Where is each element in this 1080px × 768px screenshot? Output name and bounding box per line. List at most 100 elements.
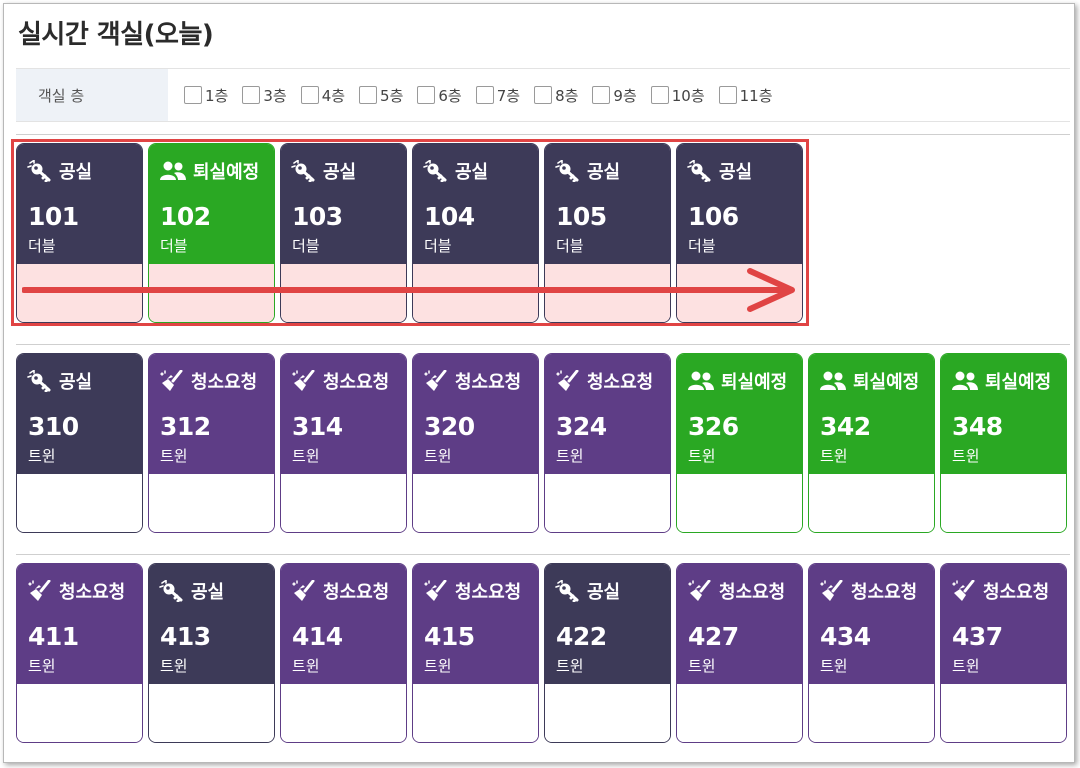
floor-checkbox[interactable] <box>650 86 669 104</box>
room-card-326[interactable]: 퇴실예정 326 트윈 <box>676 353 803 533</box>
floor-option[interactable]: 3층 <box>242 85 287 106</box>
floor-checkbox[interactable] <box>184 86 202 104</box>
room-status: 공실 <box>687 158 752 184</box>
room-card-body <box>413 474 538 532</box>
floor-checkbox[interactable] <box>592 86 611 104</box>
key-icon <box>159 580 191 602</box>
floor-option-label: 7층 <box>496 86 521 105</box>
room-card-header: 공실 103 더블 <box>281 144 406 264</box>
room-number: 437 <box>952 622 1003 651</box>
room-status-label: 청소요청 <box>455 372 522 393</box>
floor-checkbox[interactable] <box>417 86 436 104</box>
room-type: 더블 <box>556 237 584 255</box>
room-card-body <box>545 684 670 742</box>
room-type: 트윈 <box>952 447 980 465</box>
floor-option-label: 3층 <box>263 86 287 105</box>
room-status: 청소요청 <box>555 368 653 394</box>
floor-option[interactable]: 7층 <box>475 85 521 106</box>
floor-option[interactable]: 10층 <box>650 85 705 106</box>
room-card-body <box>281 474 406 532</box>
room-card-101[interactable]: 공실 101 더블 <box>16 143 143 323</box>
room-card-312[interactable]: 청소요청 312 트윈 <box>148 353 275 533</box>
floor-option[interactable]: 8층 <box>534 85 578 106</box>
room-card-427[interactable]: 청소요청 427 트윈 <box>676 563 803 743</box>
room-card-body <box>17 264 142 322</box>
room-card-310[interactable]: 공실 310 트윈 <box>16 353 143 533</box>
room-card-348[interactable]: 퇴실예정 348 트윈 <box>940 353 1067 533</box>
room-card-103[interactable]: 공실 103 더블 <box>280 143 407 323</box>
room-status: 공실 <box>423 158 488 184</box>
floor-filter-label: 객실 층 <box>16 69 168 121</box>
room-card-324[interactable]: 청소요청 324 트윈 <box>544 353 671 533</box>
room-card-342[interactable]: 퇴실예정 342 트윈 <box>808 353 935 533</box>
room-number: 103 <box>292 202 343 231</box>
broom-icon <box>687 580 719 602</box>
broom-icon <box>27 580 59 602</box>
room-card-104[interactable]: 공실 104 더블 <box>412 143 539 323</box>
room-card-body <box>809 684 934 742</box>
room-status: 공실 <box>27 368 92 394</box>
floor-checkbox[interactable] <box>242 86 261 104</box>
floor-checkbox[interactable] <box>300 86 319 104</box>
room-card-434[interactable]: 청소요청 434 트윈 <box>808 563 935 743</box>
room-card-414[interactable]: 청소요청 414 트윈 <box>280 563 407 743</box>
room-status: 퇴실예정 <box>819 368 919 394</box>
floor-option[interactable]: 1층 <box>184 85 228 106</box>
room-type: 트윈 <box>688 447 716 465</box>
room-card-body <box>809 474 934 532</box>
floor-checkbox[interactable] <box>359 86 378 104</box>
room-card-320[interactable]: 청소요청 320 트윈 <box>412 353 539 533</box>
room-card-314[interactable]: 청소요청 314 트윈 <box>280 353 407 533</box>
room-number: 434 <box>820 622 871 651</box>
room-status-label: 청소요청 <box>59 582 126 603</box>
floor-option[interactable]: 6층 <box>417 85 462 106</box>
floor-option-label: 9층 <box>613 86 637 105</box>
floor-option[interactable]: 9층 <box>592 85 637 106</box>
floor-option[interactable]: 5층 <box>359 85 403 106</box>
room-status: 공실 <box>555 578 620 604</box>
room-card-422[interactable]: 공실 422 트윈 <box>544 563 671 743</box>
floor-checkbox[interactable] <box>718 86 737 104</box>
room-card-body <box>149 264 274 322</box>
broom-icon <box>291 370 323 392</box>
room-status-label: 공실 <box>191 582 225 603</box>
floor-checkbox[interactable] <box>475 86 494 104</box>
floor-option-label: 4층 <box>321 86 346 105</box>
floor-option-label: 1층 <box>205 86 229 105</box>
users-icon <box>159 160 193 182</box>
room-status: 청소요청 <box>819 578 917 604</box>
room-card-437[interactable]: 청소요청 437 트윈 <box>940 563 1067 743</box>
room-card-header: 공실 310 트윈 <box>17 354 142 474</box>
section-divider <box>16 554 1070 555</box>
room-type: 더블 <box>28 237 56 255</box>
room-status: 청소요청 <box>159 368 257 394</box>
room-card-body <box>545 474 670 532</box>
room-type: 더블 <box>688 237 716 255</box>
floor-checkbox[interactable] <box>534 86 553 104</box>
room-card-411[interactable]: 청소요청 411 트윈 <box>16 563 143 743</box>
floor-option[interactable]: 4층 <box>300 85 346 106</box>
room-card-105[interactable]: 공실 105 더블 <box>544 143 671 323</box>
room-status-label: 청소요청 <box>587 372 654 393</box>
room-card-body <box>677 684 802 742</box>
room-card-413[interactable]: 공실 413 트윈 <box>148 563 275 743</box>
room-card-header: 퇴실예정 102 더블 <box>149 144 274 264</box>
room-card-header: 청소요청 312 트윈 <box>149 354 274 474</box>
room-number: 320 <box>424 412 475 441</box>
room-status-label: 청소요청 <box>191 372 258 393</box>
floor-option[interactable]: 11층 <box>718 85 773 106</box>
room-card-body <box>677 264 802 322</box>
room-type: 더블 <box>424 237 452 255</box>
room-card-body <box>17 474 142 532</box>
room-row-floor-4: 청소요청 411 트윈 공실 413 트윈 청소요청 414 트윈 청소요청 415 트윈 공실 422 트… <box>16 563 1072 743</box>
floor-option-label: 8층 <box>555 86 579 105</box>
room-card-106[interactable]: 공실 106 더블 <box>676 143 803 323</box>
room-status: 공실 <box>159 578 224 604</box>
room-status-label: 청소요청 <box>851 582 918 603</box>
room-number: 427 <box>688 622 739 651</box>
room-number: 105 <box>556 202 607 231</box>
room-card-415[interactable]: 청소요청 415 트윈 <box>412 563 539 743</box>
room-card-header: 공실 104 더블 <box>413 144 538 264</box>
room-type: 트윈 <box>424 657 452 675</box>
room-card-102[interactable]: 퇴실예정 102 더블 <box>148 143 275 323</box>
